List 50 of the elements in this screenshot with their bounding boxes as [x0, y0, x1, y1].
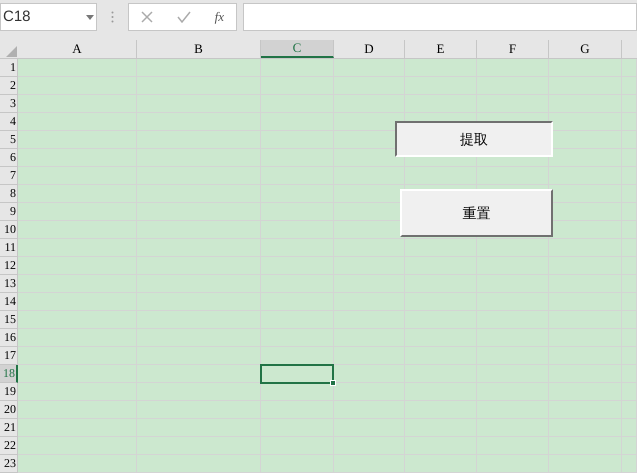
cancel-icon[interactable]	[140, 11, 153, 23]
row-header[interactable]: 5	[0, 131, 18, 149]
row-header[interactable]: 19	[0, 383, 18, 401]
sheet-button[interactable]: 提取	[395, 121, 553, 157]
row-header[interactable]: 15	[0, 311, 18, 329]
row-header[interactable]: 18	[0, 365, 18, 383]
row-header[interactable]: 10	[0, 221, 18, 239]
row-header[interactable]: 2	[0, 77, 18, 95]
check-icon[interactable]	[176, 11, 191, 23]
row-header[interactable]: 1	[0, 59, 18, 77]
grid-cell	[334, 149, 405, 167]
row-header[interactable]: 9	[0, 203, 18, 221]
row-header[interactable]: 8	[0, 185, 18, 203]
grid-cell	[334, 59, 405, 77]
formula-field[interactable]	[243, 3, 637, 31]
grid-cell	[334, 347, 405, 365]
row-header[interactable]: 16	[0, 329, 18, 347]
row-header[interactable]: 23	[0, 455, 18, 473]
row-header[interactable]: 7	[0, 167, 18, 185]
row-header[interactable]: 21	[0, 419, 18, 437]
row-header[interactable]: 12	[0, 257, 18, 275]
row-header[interactable]: 22	[0, 437, 18, 455]
column-header[interactable]: C	[261, 40, 334, 58]
dropdown-icon[interactable]	[86, 14, 94, 20]
grid-cell	[405, 59, 477, 77]
grid-cell	[334, 185, 405, 203]
grip-icon	[111, 11, 114, 23]
grid-cell	[334, 365, 405, 383]
grid-cell	[334, 383, 405, 401]
row-header[interactable]: 3	[0, 95, 18, 113]
grid-cell	[334, 113, 405, 131]
select-all-icon[interactable]	[6, 46, 17, 57]
column-header[interactable]: E	[405, 40, 477, 58]
column-header[interactable]: A	[18, 40, 137, 58]
grid-cell	[477, 59, 549, 77]
row-header[interactable]: 4	[0, 113, 18, 131]
row-header[interactable]: 20	[0, 401, 18, 419]
row-header[interactable]: 6	[0, 149, 18, 167]
column-header[interactable]: D	[334, 40, 405, 58]
insert-function-button[interactable]: fx	[214, 7, 224, 27]
row-header[interactable]: 17	[0, 347, 18, 365]
row-header[interactable]: 14	[0, 293, 18, 311]
sheet-button[interactable]: 重置	[400, 189, 553, 237]
row-header[interactable]: 13	[0, 275, 18, 293]
grid-cell	[622, 59, 637, 77]
name-box[interactable]: C18	[0, 3, 97, 31]
column-header[interactable]: G	[549, 40, 622, 58]
grid-cell	[334, 221, 405, 239]
column-header[interactable]: F	[477, 40, 549, 58]
row-header[interactable]: 11	[0, 239, 18, 257]
